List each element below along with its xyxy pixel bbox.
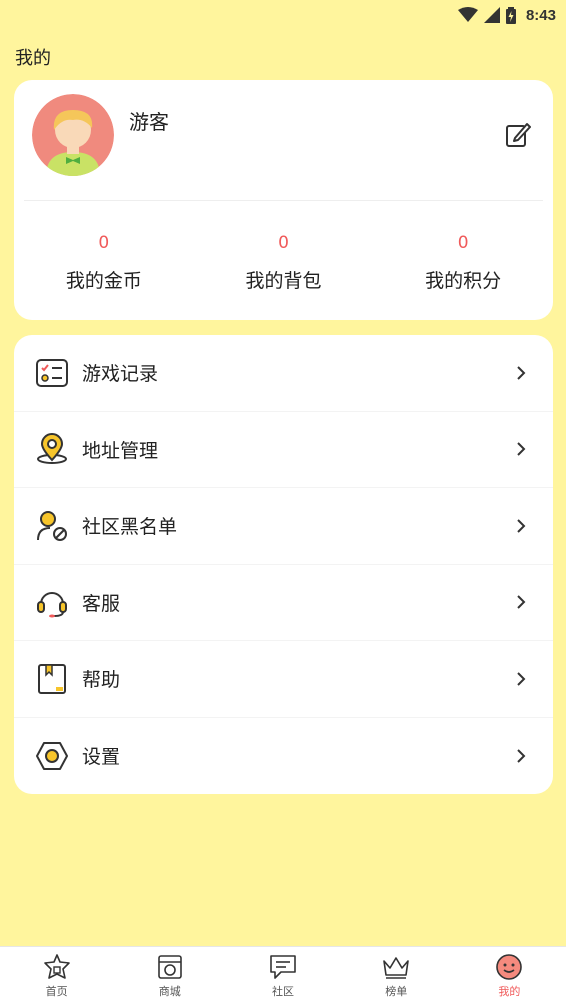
page-title: 我的 [15, 48, 51, 69]
bottom-nav: 首页 商城 社区 榜单 我的 [0, 946, 566, 1006]
menu-item-help[interactable]: 帮助 [14, 641, 553, 718]
game-record-icon [35, 356, 69, 390]
chevron-right-icon [517, 519, 526, 533]
cellular-signal-icon [483, 7, 500, 23]
chevron-right-icon [517, 442, 526, 456]
chevron-right-icon [517, 366, 526, 380]
menu-item-address[interactable]: 地址管理 [14, 412, 553, 488]
status-bar: 8:43 [0, 0, 566, 30]
stats-row: 0 我的金币 0 我的背包 0 我的积分 [14, 230, 553, 300]
menu-label: 客服 [82, 592, 121, 615]
nav-label: 社区 [272, 985, 294, 998]
stat-coins[interactable]: 0 我的金币 [14, 230, 194, 300]
nav-label: 首页 [45, 985, 68, 998]
nav-ranking[interactable]: 榜单 [340, 947, 453, 1006]
chevron-right-icon [517, 595, 526, 609]
community-chat-icon [270, 955, 296, 979]
help-book-icon [35, 662, 69, 696]
profile-face-icon [496, 954, 523, 980]
menu-item-settings[interactable]: 设置 [14, 718, 553, 795]
wifi-icon [457, 7, 478, 22]
stat-points[interactable]: 0 我的积分 [373, 230, 553, 300]
menu-label: 社区黑名单 [82, 516, 178, 539]
menu-label: 设置 [82, 746, 121, 769]
nav-label: 榜单 [385, 985, 408, 998]
stat-label: 我的积分 [425, 270, 502, 292]
stat-value: 0 [98, 233, 110, 253]
nav-community[interactable]: 社区 [226, 947, 339, 1006]
menu-label: 游戏记录 [82, 363, 159, 386]
menu-label: 帮助 [82, 669, 121, 692]
menu-label: 地址管理 [82, 439, 159, 462]
nav-shop[interactable]: 商城 [113, 947, 226, 1006]
avatar[interactable] [32, 94, 114, 176]
nav-label: 我的 [498, 985, 521, 998]
stat-backpack[interactable]: 0 我的背包 [194, 230, 374, 300]
settings-hexagon-icon [35, 739, 69, 773]
menu-item-customer-service[interactable]: 客服 [14, 565, 553, 641]
stat-label: 我的金币 [65, 270, 142, 292]
nav-mine[interactable]: 我的 [453, 947, 566, 1006]
shop-icon [157, 955, 182, 979]
profile-divider [24, 200, 543, 201]
stat-value: 0 [457, 233, 469, 253]
menu-card: 游戏记录 地址管理 社区黑名单 客服 帮助 设置 [14, 335, 553, 794]
nav-label: 商城 [158, 985, 181, 998]
username: 游客 [129, 110, 169, 134]
home-icon [43, 954, 70, 979]
battery-icon [505, 6, 516, 24]
profile-card: 游客 0 我的金币 0 我的背包 0 我的积分 [14, 80, 553, 320]
crown-icon [383, 957, 410, 979]
menu-item-game-record[interactable]: 游戏记录 [14, 335, 553, 412]
blocked-user-icon [35, 509, 69, 543]
headset-icon [35, 585, 69, 619]
stat-label: 我的背包 [245, 270, 322, 292]
avatar-image [32, 94, 114, 176]
stat-value: 0 [278, 233, 289, 253]
chevron-right-icon [517, 749, 526, 763]
nav-home[interactable]: 首页 [0, 947, 113, 1006]
status-time: 8:43 [525, 6, 556, 24]
location-icon [35, 432, 69, 466]
chevron-right-icon [517, 672, 526, 686]
menu-item-blacklist[interactable]: 社区黑名单 [14, 488, 553, 565]
edit-icon[interactable] [503, 120, 533, 150]
